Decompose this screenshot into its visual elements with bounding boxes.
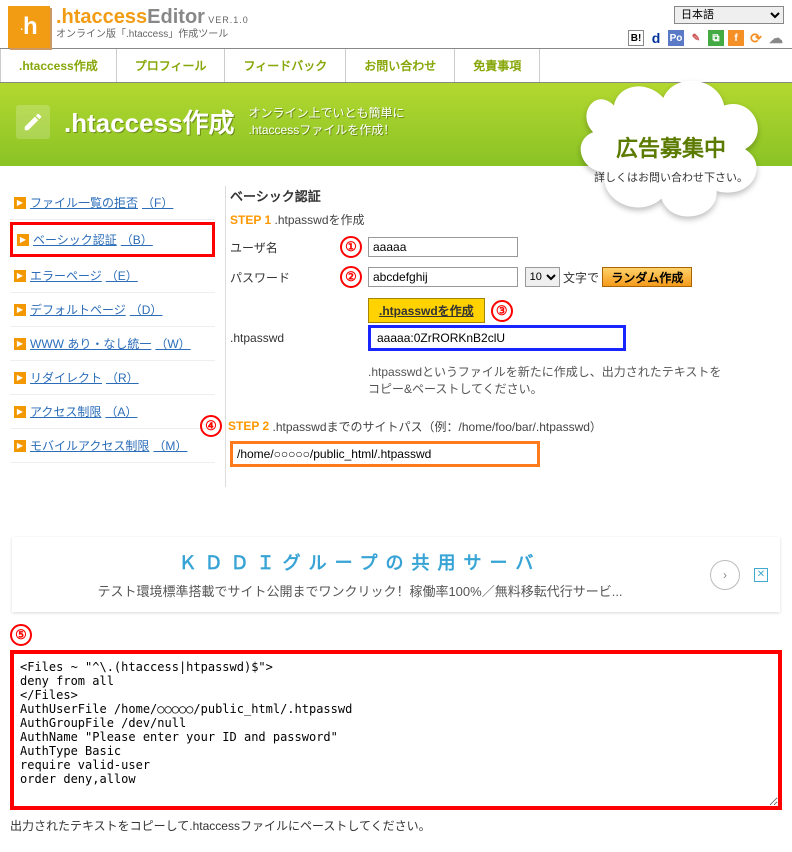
ad-sub: 詳しくはお問い合わせ下さい。 bbox=[594, 169, 748, 185]
arrow-icon: ▶ bbox=[17, 234, 29, 246]
sidebar-item-file-listing[interactable]: ▶ ファイル一覧の拒否 （F） bbox=[10, 186, 215, 220]
sidebar-item-label: WWW あり・なし統一 bbox=[30, 335, 151, 352]
generate-htpasswd-button[interactable]: .htpasswdを作成 bbox=[368, 298, 485, 323]
banner-sub1: オンライン上でいとも簡単に bbox=[249, 105, 405, 122]
logo-version: VER.1.0 bbox=[208, 15, 249, 25]
facebook-icon[interactable]: f bbox=[728, 30, 744, 46]
sidebar-item-label: ベーシック認証 bbox=[33, 231, 117, 248]
annotation-1: ① bbox=[340, 236, 362, 258]
ad-banner-title: ＫＤＤＩグループの共用サーバ bbox=[24, 549, 696, 575]
output-note: 出力されたテキストをコピーして.htaccessファイルにペーストしてください。 bbox=[10, 817, 782, 834]
sidebar-item-label: エラーページ bbox=[30, 267, 102, 284]
nav-profile[interactable]: プロフィール bbox=[117, 49, 226, 82]
po-icon[interactable]: Po bbox=[668, 30, 684, 46]
edit-icon[interactable]: ✎ bbox=[688, 30, 704, 46]
banner-title: .htaccess作成 bbox=[64, 103, 235, 140]
logo-h-icon: .h bbox=[8, 6, 50, 48]
sidebar-item-label: デフォルトページ bbox=[30, 301, 126, 318]
sidebar-hotkey: （B） bbox=[121, 231, 153, 248]
annotation-2: ② bbox=[340, 266, 362, 288]
close-icon[interactable]: ✕ bbox=[754, 568, 768, 582]
arrow-icon: ▶ bbox=[14, 304, 26, 316]
page-banner: .htaccess作成 オンライン上でいとも簡単に .htaccessファイルを… bbox=[0, 83, 792, 166]
sidebar-item-basic-auth[interactable]: ▶ ベーシック認証 （B） bbox=[10, 222, 215, 257]
sidebar-hotkey: （M） bbox=[153, 437, 187, 454]
sidebar-hotkey: （A） bbox=[105, 403, 137, 420]
chevron-right-icon[interactable]: › bbox=[710, 560, 740, 590]
nav-disclaimer[interactable]: 免責事項 bbox=[455, 49, 540, 82]
sidebar-item-www[interactable]: ▶ WWW あり・なし統一 （W） bbox=[10, 327, 215, 361]
sidebar-item-label: ファイル一覧の拒否 bbox=[30, 194, 138, 211]
language-select[interactable]: 日本語 bbox=[674, 6, 784, 24]
sidebar-item-error-page[interactable]: ▶ エラーページ （E） bbox=[10, 259, 215, 293]
sidebar-item-mobile[interactable]: ▶ モバイルアクセス制限 （M） bbox=[10, 429, 215, 463]
sidebar-hotkey: （F） bbox=[142, 194, 173, 211]
logo: .h .htaccessEditor VER.1.0 オンライン版「.htacc… bbox=[8, 6, 249, 48]
nav-contact[interactable]: お問い合わせ bbox=[346, 49, 455, 82]
ad-title: 広告募集中 bbox=[616, 131, 726, 163]
password-input[interactable] bbox=[368, 267, 518, 287]
arrow-icon: ▶ bbox=[14, 270, 26, 282]
arrow-icon: ▶ bbox=[14, 197, 26, 209]
username-input[interactable] bbox=[368, 237, 518, 257]
share-icons: B! d Po ✎ ⧉ f ⟳ ☁ bbox=[628, 30, 784, 46]
htpasswd-hint: .htpasswdというファイルを新たに作成し、出力されたテキストをコピー&ペー… bbox=[368, 363, 728, 397]
step1-desc: .htpasswdを作成 bbox=[274, 213, 364, 227]
sidebar-item-access[interactable]: ▶ アクセス制限 （A） bbox=[10, 395, 215, 429]
sidebar-hotkey: （R） bbox=[106, 369, 139, 386]
sidebar: ▶ ファイル一覧の拒否 （F） ▶ ベーシック認証 （B） ▶ エラーページ （… bbox=[0, 186, 225, 487]
length-select[interactable]: 10 bbox=[525, 267, 560, 287]
annotation-3: ③ bbox=[491, 300, 513, 322]
arrow-icon: ▶ bbox=[14, 338, 26, 350]
sidebar-item-redirect[interactable]: ▶ リダイレクト （R） bbox=[10, 361, 215, 395]
htpasswd-output[interactable] bbox=[368, 325, 626, 351]
reddit-icon[interactable]: ☁ bbox=[768, 30, 784, 46]
user-label: ユーザ名 bbox=[230, 239, 340, 256]
logo-editor: Editor bbox=[147, 6, 205, 28]
sidebar-item-label: モバイルアクセス制限 bbox=[30, 437, 149, 454]
ad-banner-desc: テスト環境標準搭載でサイト公開までワンクリック！稼働率100%／無料移転代行サー… bbox=[24, 581, 696, 600]
sidebar-hotkey: （E） bbox=[106, 267, 138, 284]
arrow-icon: ▶ bbox=[14, 372, 26, 384]
ad-cloud[interactable]: 広告募集中 詳しくはお問い合わせ下さい。 bbox=[576, 77, 766, 233]
sidebar-item-default-page[interactable]: ▶ デフォルトページ （D） bbox=[10, 293, 215, 327]
delicious-icon[interactable]: d bbox=[648, 30, 664, 46]
output-textarea[interactable]: <Files ~ "^\.(htaccess|htpasswd)$"> deny… bbox=[10, 650, 782, 810]
annotation-5: ⑤ bbox=[10, 624, 32, 646]
banner-sub2: .htaccessファイルを作成！ bbox=[249, 122, 405, 139]
random-button[interactable]: ランダム作成 bbox=[602, 267, 692, 287]
sidebar-hotkey: （W） bbox=[155, 335, 190, 352]
path-input[interactable] bbox=[230, 441, 540, 467]
sidebar-hotkey: （D） bbox=[130, 301, 163, 318]
pencil-icon bbox=[16, 105, 50, 139]
logo-htaccess: .htaccess bbox=[56, 6, 147, 28]
sidebar-item-label: アクセス制限 bbox=[30, 403, 101, 420]
sidebar-item-label: リダイレクト bbox=[30, 369, 102, 386]
nav-htaccess[interactable]: .htaccess作成 bbox=[0, 49, 117, 82]
logo-subtitle: オンライン版「.htaccess」作成ツール bbox=[56, 29, 249, 41]
htpasswd-label: .htpasswd bbox=[230, 331, 340, 345]
arrow-icon: ▶ bbox=[14, 406, 26, 418]
ad-banner[interactable]: ＫＤＤＩグループの共用サーバ テスト環境標準搭載でサイト公開までワンクリック！稼… bbox=[12, 537, 780, 612]
pass-label: パスワード bbox=[230, 269, 340, 286]
rss-icon[interactable]: ⟳ bbox=[748, 30, 764, 46]
step1-label: STEP 1 bbox=[230, 213, 271, 227]
length-suffix: 文字で bbox=[563, 269, 599, 286]
nav-feedback[interactable]: フィードバック bbox=[225, 49, 346, 82]
arrow-icon: ▶ bbox=[14, 440, 26, 452]
share-icon[interactable]: ⧉ bbox=[708, 30, 724, 46]
annotation-4: ④ bbox=[200, 415, 222, 437]
step2-desc: .htpasswdまでのサイトパス（例：/home/foo/bar/.htpas… bbox=[272, 418, 601, 435]
hatena-icon[interactable]: B! bbox=[628, 30, 644, 46]
step2-label: STEP 2 bbox=[228, 419, 269, 433]
